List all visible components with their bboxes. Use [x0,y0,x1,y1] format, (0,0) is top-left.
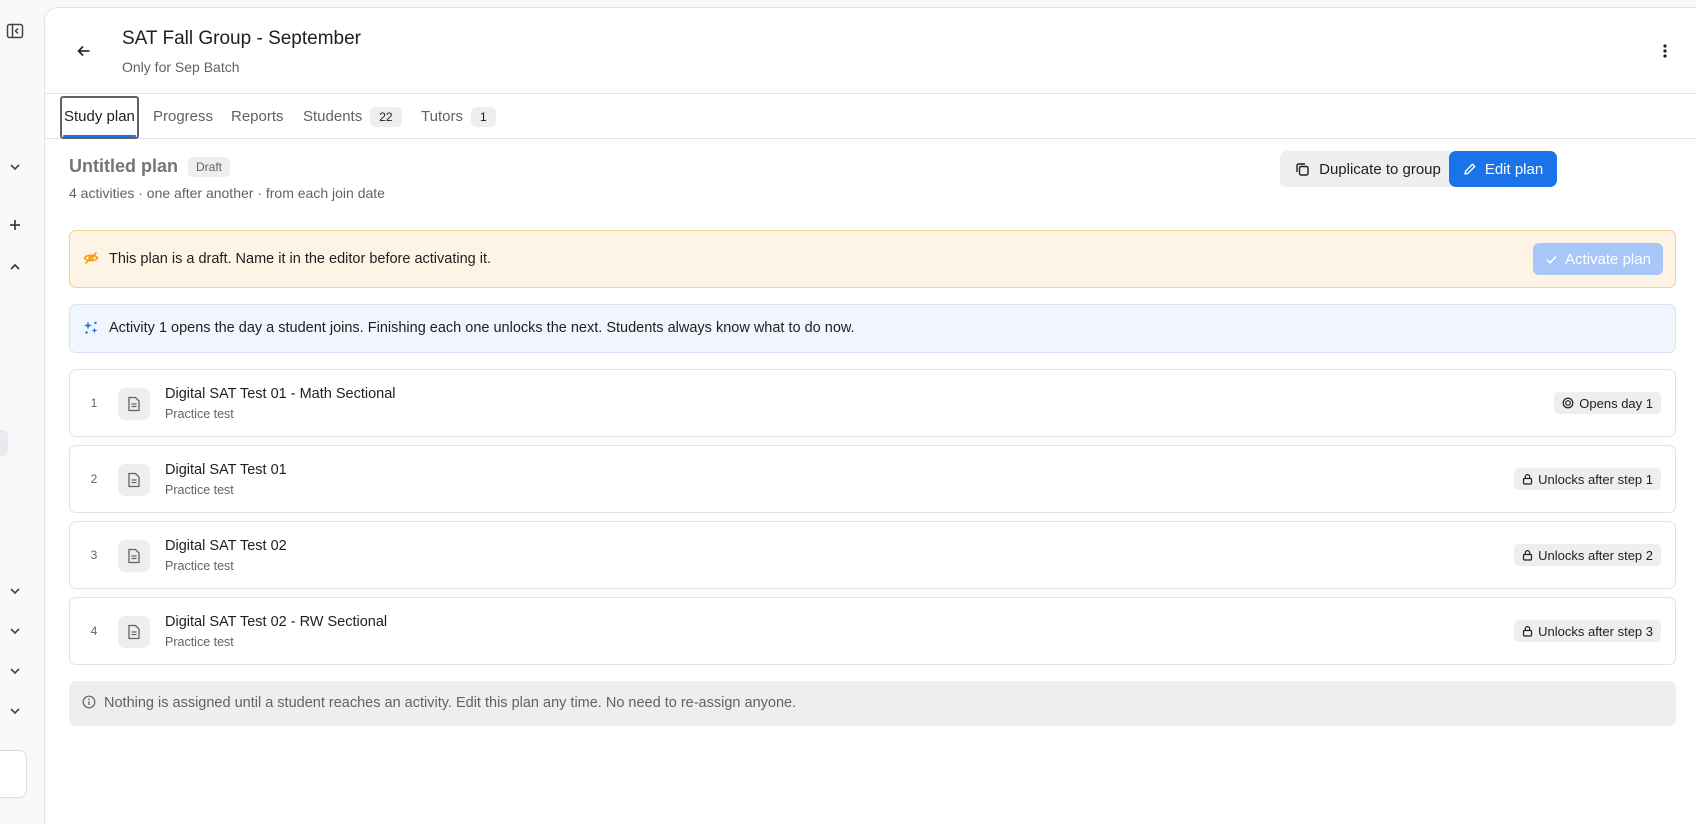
page-header: SAT Fall Group - September Only for Sep … [45,8,1696,94]
target-icon [1562,397,1574,409]
sparkle-icon [83,320,99,341]
back-button[interactable] [73,40,95,62]
footer-note-text: Nothing is assigned until a student reac… [104,695,797,711]
activity-number: 4 [90,624,98,638]
activity-number: 1 [90,396,98,410]
edit-plan-button[interactable]: Edit plan [1449,151,1557,187]
footer-note: Nothing is assigned until a student reac… [69,681,1676,726]
activity-row[interactable]: 2 Digital SAT Test 01 Practice test Unlo… [69,445,1676,513]
sidebar-handle[interactable] [0,430,8,456]
sidebar [0,0,44,824]
activity-status-text: Opens day 1 [1579,395,1653,411]
duplicate-label: Duplicate to group [1319,160,1441,178]
activity-status-text: Unlocks after step 2 [1538,547,1653,563]
tab-active-indicator [63,135,136,137]
document-icon [118,616,150,648]
lock-icon [1523,626,1533,637]
activity-type: Practice test [165,483,234,497]
info-icon [82,695,96,714]
collapse-sidebar-icon[interactable] [4,20,26,42]
tab-label: Reports [231,108,284,125]
tab-students[interactable]: Students 22 [303,94,402,139]
activate-plan-label: Activate plan [1565,250,1651,268]
chevron-down-icon[interactable] [4,620,26,642]
chevron-down-icon[interactable] [4,700,26,722]
activity-status-badge: Unlocks after step 1 [1514,468,1661,490]
plan-header: Untitled plan Draft 4 activities · one a… [69,156,385,201]
draft-banner-text: This plan is a draft. Name it in the edi… [109,251,492,267]
plus-icon[interactable] [4,214,26,236]
activity-number: 2 [90,472,98,486]
activate-plan-button[interactable]: Activate plan [1533,243,1663,275]
chevron-up-icon[interactable] [4,256,26,278]
info-banner-text: Activity 1 opens the day a student joins… [109,320,855,336]
activity-type: Practice test [165,407,234,421]
lock-icon [1523,550,1533,561]
activity-row[interactable]: 1 Digital SAT Test 01 - Math Sectional P… [69,369,1676,437]
activity-status-text: Unlocks after step 3 [1538,623,1653,639]
tab-label: Tutors [421,108,463,125]
activity-row[interactable]: 3 Digital SAT Test 02 Practice test Unlo… [69,521,1676,589]
arrow-left-icon [77,45,90,57]
pencil-icon [1464,163,1476,175]
activity-name: Digital SAT Test 01 - Math Sectional [165,386,396,402]
duplicate-to-group-button[interactable]: Duplicate to group [1280,151,1456,187]
more-vertical-icon [1663,44,1667,58]
more-options-button[interactable] [1654,40,1676,62]
document-icon [118,540,150,572]
tab-reports[interactable]: Reports [231,94,284,139]
chevron-down-icon[interactable] [4,660,26,682]
document-icon [118,464,150,496]
check-icon [1546,255,1557,264]
sidebar-panel[interactable] [0,750,27,798]
tab-progress[interactable]: Progress [153,94,213,139]
chevron-down-icon[interactable] [4,580,26,602]
activity-name: Digital SAT Test 02 - RW Sectional [165,614,388,630]
activity-type: Practice test [165,559,234,573]
plan-title: Untitled plan [69,156,178,176]
activity-status-badge: Unlocks after step 3 [1514,620,1661,642]
main-panel: SAT Fall Group - September Only for Sep … [44,7,1696,824]
tab-study-plan[interactable]: Study plan [60,94,139,139]
chevron-down-icon[interactable] [4,156,26,178]
activity-row[interactable]: 4 Digital SAT Test 02 - RW Sectional Pra… [69,597,1676,665]
tab-focus-ring [60,96,139,139]
activity-status-text: Unlocks after step 1 [1538,471,1653,487]
status-badge: Draft [188,156,231,177]
students-count-badge: 22 [370,106,402,127]
document-icon [118,388,150,420]
activity-name: Digital SAT Test 01 [165,462,287,478]
draft-banner: This plan is a draft. Name it in the edi… [69,230,1676,288]
tab-label: Students [303,108,363,125]
page-title: SAT Fall Group - September [122,28,362,49]
activity-number: 3 [90,548,98,562]
tab-bar: Study plan Progress Reports Students 22 … [45,94,1696,139]
copy-icon [1296,162,1309,176]
tab-label: Progress [153,108,214,125]
eye-off-icon [83,250,99,271]
tutors-count-badge: 1 [470,106,496,127]
edit-plan-label: Edit plan [1484,160,1544,178]
activity-status-badge: Unlocks after step 2 [1514,544,1661,566]
info-banner: Activity 1 opens the day a student joins… [69,304,1676,353]
plan-meta: 4 activities · one after another · from … [69,185,385,201]
tab-tutors[interactable]: Tutors 1 [421,94,496,139]
activity-status-badge: Opens day 1 [1554,392,1661,414]
lock-icon [1523,474,1533,485]
activity-type: Practice test [165,635,234,649]
page-subtitle: Only for Sep Batch [122,59,240,75]
activity-name: Digital SAT Test 02 [165,538,287,554]
